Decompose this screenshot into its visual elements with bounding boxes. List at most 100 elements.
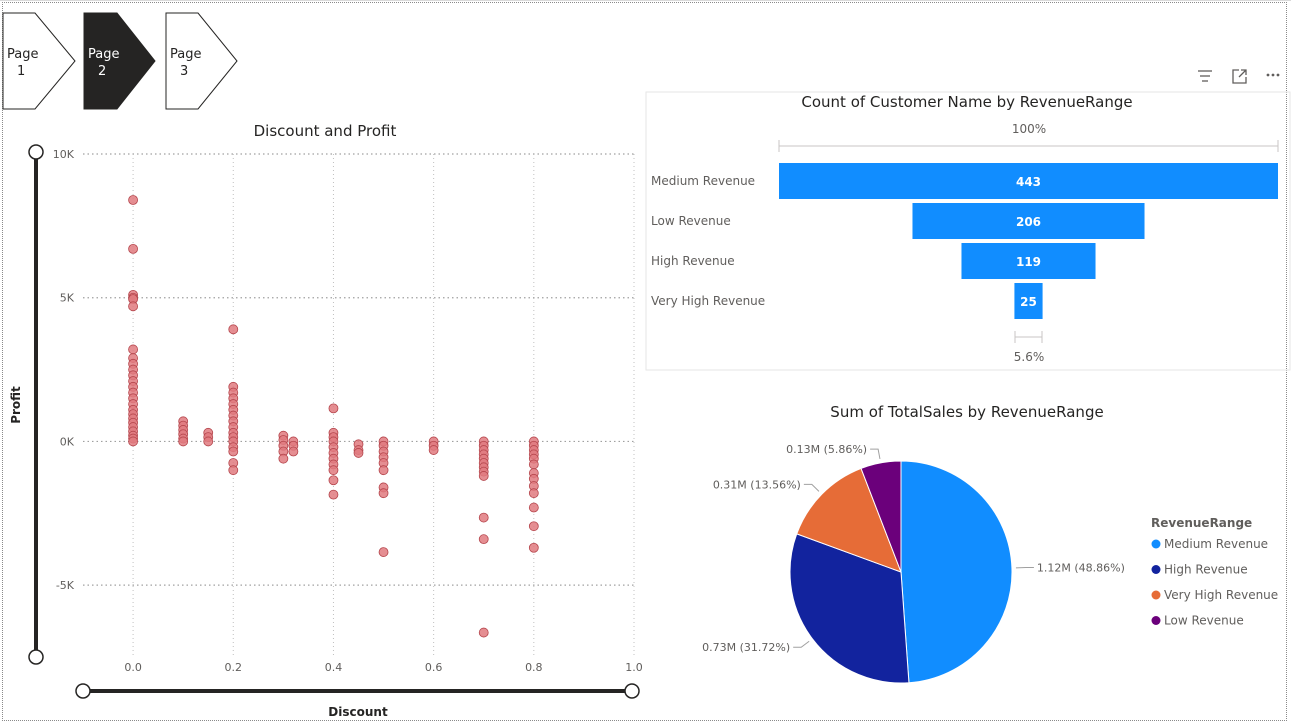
scatter-point[interactable] <box>288 446 299 457</box>
pie-label-leader <box>803 483 820 492</box>
focus-mode-icon[interactable] <box>1229 66 1249 86</box>
page-2-button[interactable]: Page 2 <box>83 12 156 110</box>
scatter-point[interactable] <box>228 465 239 476</box>
y-zoom-handle-bottom[interactable] <box>28 649 44 665</box>
scatter-point[interactable] <box>128 301 138 312</box>
scatter-y-axis-title: Profit <box>9 386 23 424</box>
scatter-point[interactable] <box>353 448 364 458</box>
legend-marker-icon <box>1151 590 1161 600</box>
pie-legend-item[interactable]: High Revenue <box>1151 563 1248 577</box>
scatter-point[interactable] <box>528 521 539 532</box>
scatter-point[interactable] <box>128 243 138 254</box>
scatter-x-tick-label: 0.4 <box>325 661 343 674</box>
x-zoom-handle-left[interactable] <box>75 683 91 699</box>
scatter-point[interactable] <box>128 436 138 447</box>
pie-data-label: 0.13M (5.86%) <box>786 443 867 456</box>
legend-item-label: Medium Revenue <box>1164 537 1268 551</box>
page-1-label-line1: Page <box>7 47 38 62</box>
y-zoom-handle-top[interactable] <box>28 144 44 160</box>
scatter-point[interactable] <box>328 403 339 414</box>
scatter-x-ticks: 0.0 0.2 0.4 0.6 0.8 1.0 <box>124 661 642 674</box>
y-zoom-slider[interactable] <box>28 144 44 665</box>
more-options-icon[interactable] <box>1263 66 1283 86</box>
scatter-point[interactable] <box>178 436 189 447</box>
scatter-point[interactable] <box>478 534 489 545</box>
funnel-value-label: 25 <box>1020 295 1037 309</box>
scatter-point[interactable] <box>228 446 239 457</box>
pie-slice[interactable] <box>900 460 1013 684</box>
scatter-point[interactable] <box>528 488 539 499</box>
scatter-point[interactable] <box>328 489 339 500</box>
scatter-point[interactable] <box>528 542 539 553</box>
pie-legend-items: Medium Revenue High Revenue Very High Reve… <box>1151 537 1279 628</box>
scatter-point[interactable] <box>228 324 239 335</box>
legend-marker-icon <box>1151 616 1161 625</box>
page-3-label-line2: 3 <box>180 64 188 79</box>
scatter-point[interactable] <box>203 436 214 447</box>
page-1-label-line2: 1 <box>17 64 25 79</box>
funnel-title: Count of Customer Name by RevenueRange <box>801 93 1132 111</box>
scatter-point[interactable] <box>528 459 539 470</box>
pie-data-label: 0.73M (31.72%) <box>702 641 790 654</box>
funnel-bottom-bracket <box>1014 331 1043 343</box>
scatter-x-tick-label: 1.0 <box>625 661 643 674</box>
scatter-y-tick-label: -5K <box>56 579 75 592</box>
pie-label-leader <box>870 448 881 460</box>
scatter-point[interactable] <box>328 475 339 486</box>
pie-slices <box>789 460 1013 684</box>
scatter-point[interactable] <box>528 502 539 513</box>
funnel-visual: Count of Customer Name by RevenueRange 1… <box>645 91 1291 371</box>
pie-data-label: 1.12M (48.86%) <box>1037 562 1125 575</box>
page-3-label-line1: Page <box>170 47 201 62</box>
legend-item-label: High Revenue <box>1164 563 1248 577</box>
funnel-value-label: 119 <box>1016 255 1041 269</box>
scatter-y-tick-label: 5K <box>60 292 75 305</box>
legend-item-label: Low Revenue <box>1164 614 1244 628</box>
scatter-y-ticks: 10K 5K 0K -5K <box>53 148 75 592</box>
scatter-point[interactable] <box>378 465 389 476</box>
pie-data-label: 0.31M (13.56%) <box>713 478 801 491</box>
scatter-point[interactable] <box>378 547 389 557</box>
filter-icon[interactable] <box>1195 66 1215 86</box>
scatter-y-tick-label: 10K <box>53 148 75 161</box>
page-3-button[interactable]: Page 3 <box>165 12 238 110</box>
scatter-point[interactable] <box>128 344 138 355</box>
scatter-x-tick-label: 0.2 <box>225 661 243 674</box>
page-navigator: Page 1 Page 2 Page 3 <box>2 12 238 110</box>
legend-item-label: Very High Revenue <box>1164 588 1278 602</box>
pie-legend-item[interactable]: Medium Revenue <box>1151 537 1269 551</box>
scatter-x-tick-label: 0.0 <box>124 661 142 674</box>
scatter-point[interactable] <box>478 512 489 523</box>
scatter-y-tick-label: 0K <box>60 435 75 448</box>
scatter-title: Discount and Profit <box>254 122 397 140</box>
page-2-label-line2: 2 <box>98 64 106 79</box>
scatter-point[interactable] <box>128 195 138 205</box>
pie-label-leader <box>793 640 810 648</box>
legend-marker-icon <box>1151 539 1161 549</box>
scatter-point[interactable] <box>328 465 339 476</box>
funnel-bottom-percent: 5.6% <box>1014 350 1045 364</box>
scatter-x-axis-title: Discount <box>328 705 388 719</box>
funnel-value-label: 206 <box>1016 215 1041 229</box>
report-canvas: Page 1 Page 2 Page 3 Discount and Profit… <box>2 12 1291 719</box>
x-zoom-slider[interactable] <box>75 683 640 699</box>
pie-visual: Sum of TotalSales by RevenueRange 1.12M … <box>702 403 1278 684</box>
x-zoom-handle-right[interactable] <box>624 683 640 699</box>
funnel-top-bracket <box>778 140 1279 152</box>
pie-legend-item[interactable]: Very High Revenue <box>1151 588 1279 602</box>
pie-legend: RevenueRange Medium Revenue High Revenue V… <box>1151 516 1278 628</box>
funnel-category-label: Medium Revenue <box>651 174 755 188</box>
scatter-point[interactable] <box>378 488 389 499</box>
funnel-category-label: Low Revenue <box>651 214 731 228</box>
funnel-category-label: High Revenue <box>651 254 735 268</box>
scatter-point[interactable] <box>478 471 489 481</box>
visual-header <box>1195 66 1283 86</box>
pie-legend-title: RevenueRange <box>1151 516 1252 530</box>
scatter-x-tick-label: 0.8 <box>525 661 543 674</box>
page-1-button[interactable]: Page 1 <box>2 12 76 110</box>
pie-legend-item[interactable]: Low Revenue <box>1151 614 1244 628</box>
scatter-point[interactable] <box>278 453 289 464</box>
scatter-point[interactable] <box>428 445 439 455</box>
scatter-point[interactable] <box>478 627 489 638</box>
pie-title: Sum of TotalSales by RevenueRange <box>830 403 1103 421</box>
